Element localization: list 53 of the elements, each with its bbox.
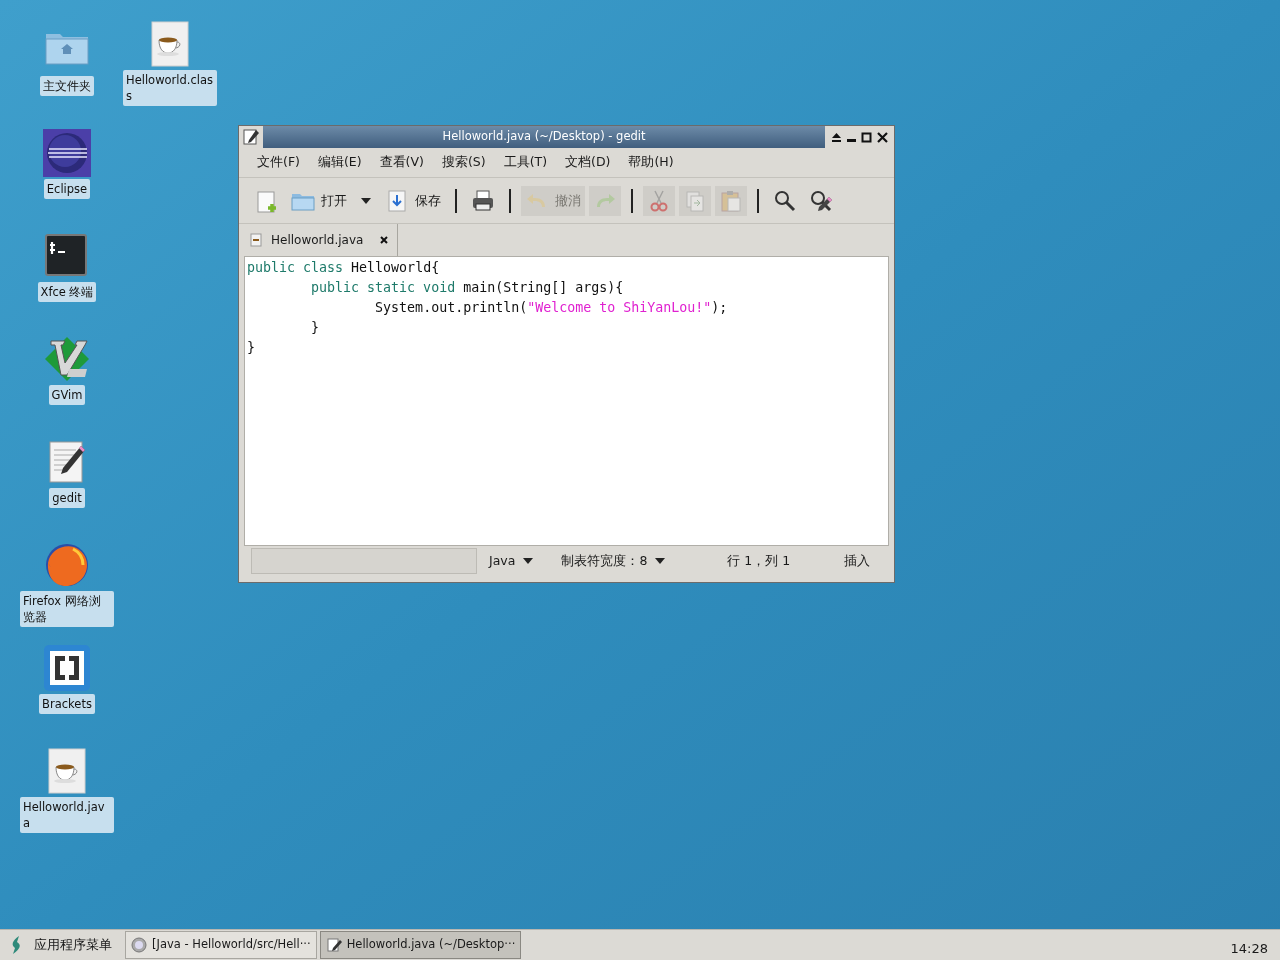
app-menu-button[interactable]: 应用程序菜单: [6, 931, 116, 959]
code-line: System.out.println("Welcome to ShiYanLou!");: [374, 299, 729, 317]
tab-label: Helloworld.java: [271, 232, 364, 249]
clock: 14:28: [1230, 940, 1268, 959]
taskbar-button[interactable]: [Java - Helloworld/src/Hell···: [125, 931, 317, 959]
desktop-icon-label[interactable]: Firefox 网络浏览器: [20, 591, 114, 627]
file-icon: [249, 233, 263, 247]
code-line: public static void main(String[] args){: [310, 279, 625, 297]
search-pencil-icon: [809, 188, 833, 213]
cursor-position: 行 1，列 1: [727, 551, 791, 570]
menu-item[interactable]: 编辑(E): [309, 153, 370, 172]
toolbar-button[interactable]: 保存: [381, 185, 445, 216]
printer-icon: [471, 188, 495, 213]
close-icon: [877, 131, 888, 143]
desktop-icon-label[interactable]: Xfce 终端: [37, 282, 97, 302]
tab-width-selector[interactable]: 制表符宽度：8: [559, 551, 668, 571]
language-selector[interactable]: Java: [487, 551, 536, 571]
notepad-icon: [241, 127, 261, 147]
download-icon: [385, 188, 409, 213]
minimize-icon: [847, 138, 856, 142]
v-logo-icon: [43, 335, 91, 383]
desktop-icon-label[interactable]: GVim: [48, 385, 86, 405]
desktop-icon-label[interactable]: Eclipse: [43, 179, 91, 199]
insert-mode: 插入: [844, 551, 871, 570]
desktop-icon-label[interactable]: 主文件夹: [40, 76, 94, 96]
clipboard-icon: [719, 188, 743, 213]
new-file-icon: [255, 188, 279, 213]
eclipse-icon: [43, 129, 91, 177]
menu-item[interactable]: 文件(F): [249, 153, 308, 172]
maximize-icon: [861, 131, 872, 143]
toolbar-button[interactable]: 打开: [287, 185, 351, 216]
taskbar-button[interactable]: Helloworld.java (~/Desktop···: [319, 931, 522, 959]
menu-item[interactable]: 文档(D): [557, 153, 619, 172]
menu-item[interactable]: 查看(V): [371, 153, 432, 172]
brackets-icon: [43, 644, 91, 692]
window-title: Helloworld.java (~/Desktop) - gedit: [263, 126, 825, 148]
caret-icon: [523, 558, 534, 564]
copy-icon: [683, 188, 707, 213]
code-line: }: [247, 339, 256, 357]
menu-item[interactable]: 工具(T): [495, 153, 555, 172]
menu-item[interactable]: 搜索(S): [433, 153, 494, 172]
desktop-icon-label[interactable]: Helloworld.class: [123, 70, 217, 106]
shade-icon: [831, 131, 842, 143]
desktop-icon-label[interactable]: Brackets: [39, 694, 95, 714]
caret-icon: [655, 558, 666, 564]
code-line: }: [310, 319, 321, 337]
caret-icon: [361, 197, 371, 204]
code-line: public class Helloworld{: [247, 259, 441, 277]
desktop-icon-label[interactable]: gedit: [49, 488, 85, 508]
menu-item[interactable]: 帮助(H): [620, 153, 682, 172]
notepad-pencil-icon: [325, 937, 342, 953]
desktop-icon-label[interactable]: Helloworld.java: [20, 797, 114, 833]
search-icon: [773, 188, 797, 213]
